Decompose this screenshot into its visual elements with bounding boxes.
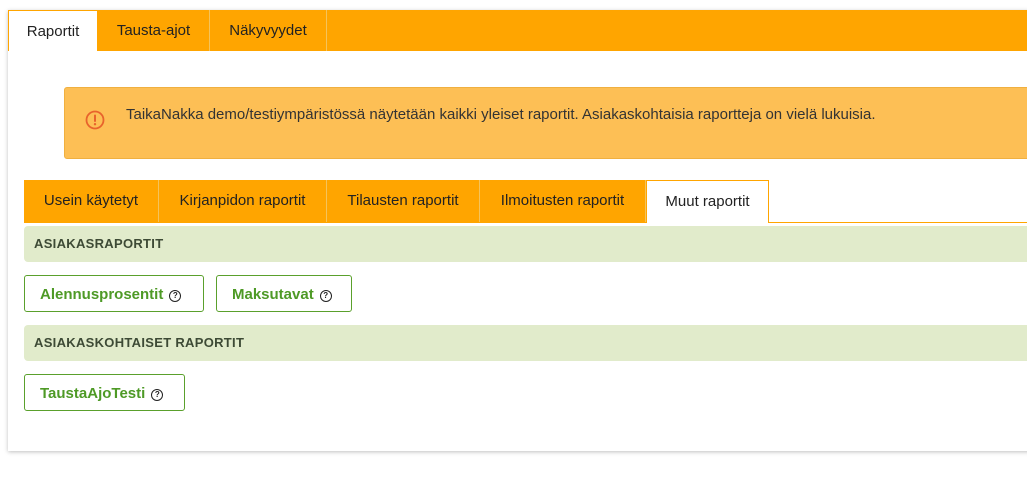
info-notice: TaikaNakka demo/testiympäristössä näytet… [64,87,1027,159]
tab-raportit[interactable]: Raportit [8,10,98,51]
report-label: Alennusprosentit [40,286,164,303]
notice-text: TaikaNakka demo/testiympäristössä näytet… [126,106,876,123]
info-circle-icon [85,110,105,130]
tab-ilmoitusten-raportit[interactable]: Ilmoitusten raportit [480,180,646,222]
tab-nakyvyydet[interactable]: Näkyvyydet [210,10,327,51]
help-icon[interactable]: ? [319,290,332,302]
tab-tilausten-raportit[interactable]: Tilausten raportit [327,180,480,222]
tab-kirjanpidon-raportit[interactable]: Kirjanpidon raportit [159,180,327,222]
report-label: Maksutavat [232,286,314,303]
report-label: TaustaAjoTesti [40,385,146,402]
section-header-asiakaskohtaiset-raportit: ASIAKASKOHTAISET RAPORTIT [24,325,1027,361]
help-icon[interactable]: ? [169,290,182,302]
reports-panel: Raportit Tausta-ajot Näkyvyydet TaikaNak… [8,10,1027,451]
tab-usein-kaytetyt[interactable]: Usein käytetyt [24,180,159,222]
tab-tausta-ajot[interactable]: Tausta-ajot [98,10,210,51]
section-header-asiakasraportit: ASIAKASRAPORTIT [24,226,1027,262]
help-icon[interactable]: ? [151,389,164,401]
report-button-maksutavat[interactable]: Maksutavat? [216,275,352,312]
report-button-alennusprosentit[interactable]: Alennusprosentit? [24,275,204,312]
tab-muut-raportit[interactable]: Muut raportit [646,180,769,223]
report-button-taustaajotesti[interactable]: TaustaAjoTesti? [24,374,185,411]
report-category-tabs: Usein käytetyt Kirjanpidon raportit Tila… [24,180,1027,223]
top-tab-bar: Raportit Tausta-ajot Näkyvyydet [8,10,1027,51]
